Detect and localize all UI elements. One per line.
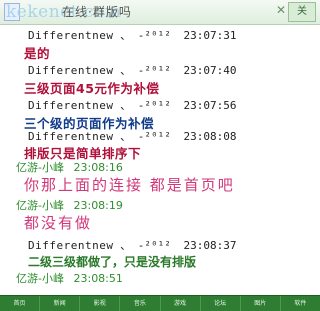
toolbar-item[interactable]: 首页 [0, 296, 41, 311]
header-sep: 、 -²⁰¹² [120, 99, 171, 112]
header-sep: 、 -²⁰¹² [120, 239, 171, 252]
toolbar-item[interactable]: 图片 [241, 296, 281, 311]
header-sep: 、 -²⁰¹² [120, 130, 171, 143]
timestamp: 23:08:08 [183, 130, 237, 143]
toolbar-item[interactable]: 新闻 [40, 296, 81, 311]
timestamp: 23:08:19 [73, 199, 123, 212]
toolbar-item[interactable]: 影视 [80, 296, 121, 311]
sender-name: Differentnew [28, 99, 114, 112]
message-header: 亿游-小峰 23:08:19 [16, 197, 320, 213]
sender-name: Differentnew [28, 64, 114, 77]
close-button[interactable]: 关 [288, 2, 316, 22]
title-bar: kekenet.com 在线·群版吗 ✕ 关 [0, 0, 320, 25]
timestamp: 23:07:56 [183, 99, 237, 112]
toolbar-item[interactable]: 论坛 [201, 296, 241, 311]
message-header: Differentnew 、 -²⁰¹² 23:08:08 [28, 128, 320, 144]
message-header: Differentnew 、 -²⁰¹² 23:07:56 [28, 97, 320, 113]
header-sep: 、 -²⁰¹² [120, 64, 171, 77]
toolbar-item[interactable]: 音乐 [120, 296, 161, 311]
header-sep: 、 -²⁰¹² [120, 29, 171, 42]
timestamp: 23:08:37 [183, 239, 237, 252]
sender-name: Differentnew [28, 239, 114, 252]
message-header: 亿游-小峰 23:08:16 [16, 159, 320, 175]
bottom-toolbar: 首页 新闻 影视 音乐 游戏 论坛 图片 软件 [0, 295, 320, 311]
sender-name: 亿游-小峰 [16, 161, 64, 174]
message-header: 亿游-小峰 23:08:51 [16, 270, 320, 286]
message-text: 二级三级都做了，只是没有排版 [28, 255, 197, 269]
timestamp: 23:07:31 [183, 29, 237, 42]
timestamp: 23:08:16 [73, 161, 123, 174]
message-text: 你那上面的连接 都是首页吧 [24, 176, 235, 194]
message-text: 都没有做 [24, 214, 93, 232]
message-header: Differentnew 、 -²⁰¹² 23:07:31 [28, 27, 320, 43]
close-icon[interactable]: ✕ [276, 3, 286, 17]
sender-name: Differentnew [28, 130, 114, 143]
message-header: Differentnew 、 -²⁰¹² 23:07:40 [28, 62, 320, 78]
message-header: Differentnew 、 -²⁰¹² 23:08:37 [28, 237, 320, 253]
sender-name: 亿游-小峰 [16, 199, 64, 212]
window-title: 在线·群版吗 [62, 5, 132, 19]
message-text: 是的 [24, 46, 51, 61]
message-text: 三级页面45元作为补偿 [24, 81, 160, 96]
toolbar-item[interactable]: 软件 [281, 296, 320, 311]
timestamp: 23:08:51 [73, 272, 123, 285]
toolbar-item[interactable]: 游戏 [161, 296, 201, 311]
sender-name: Differentnew [28, 29, 114, 42]
sender-name: 亿游-小峰 [16, 272, 64, 285]
timestamp: 23:07:40 [183, 64, 237, 77]
chat-log: Differentnew 、 -²⁰¹² 23:07:31 是的 Differe… [0, 25, 320, 295]
